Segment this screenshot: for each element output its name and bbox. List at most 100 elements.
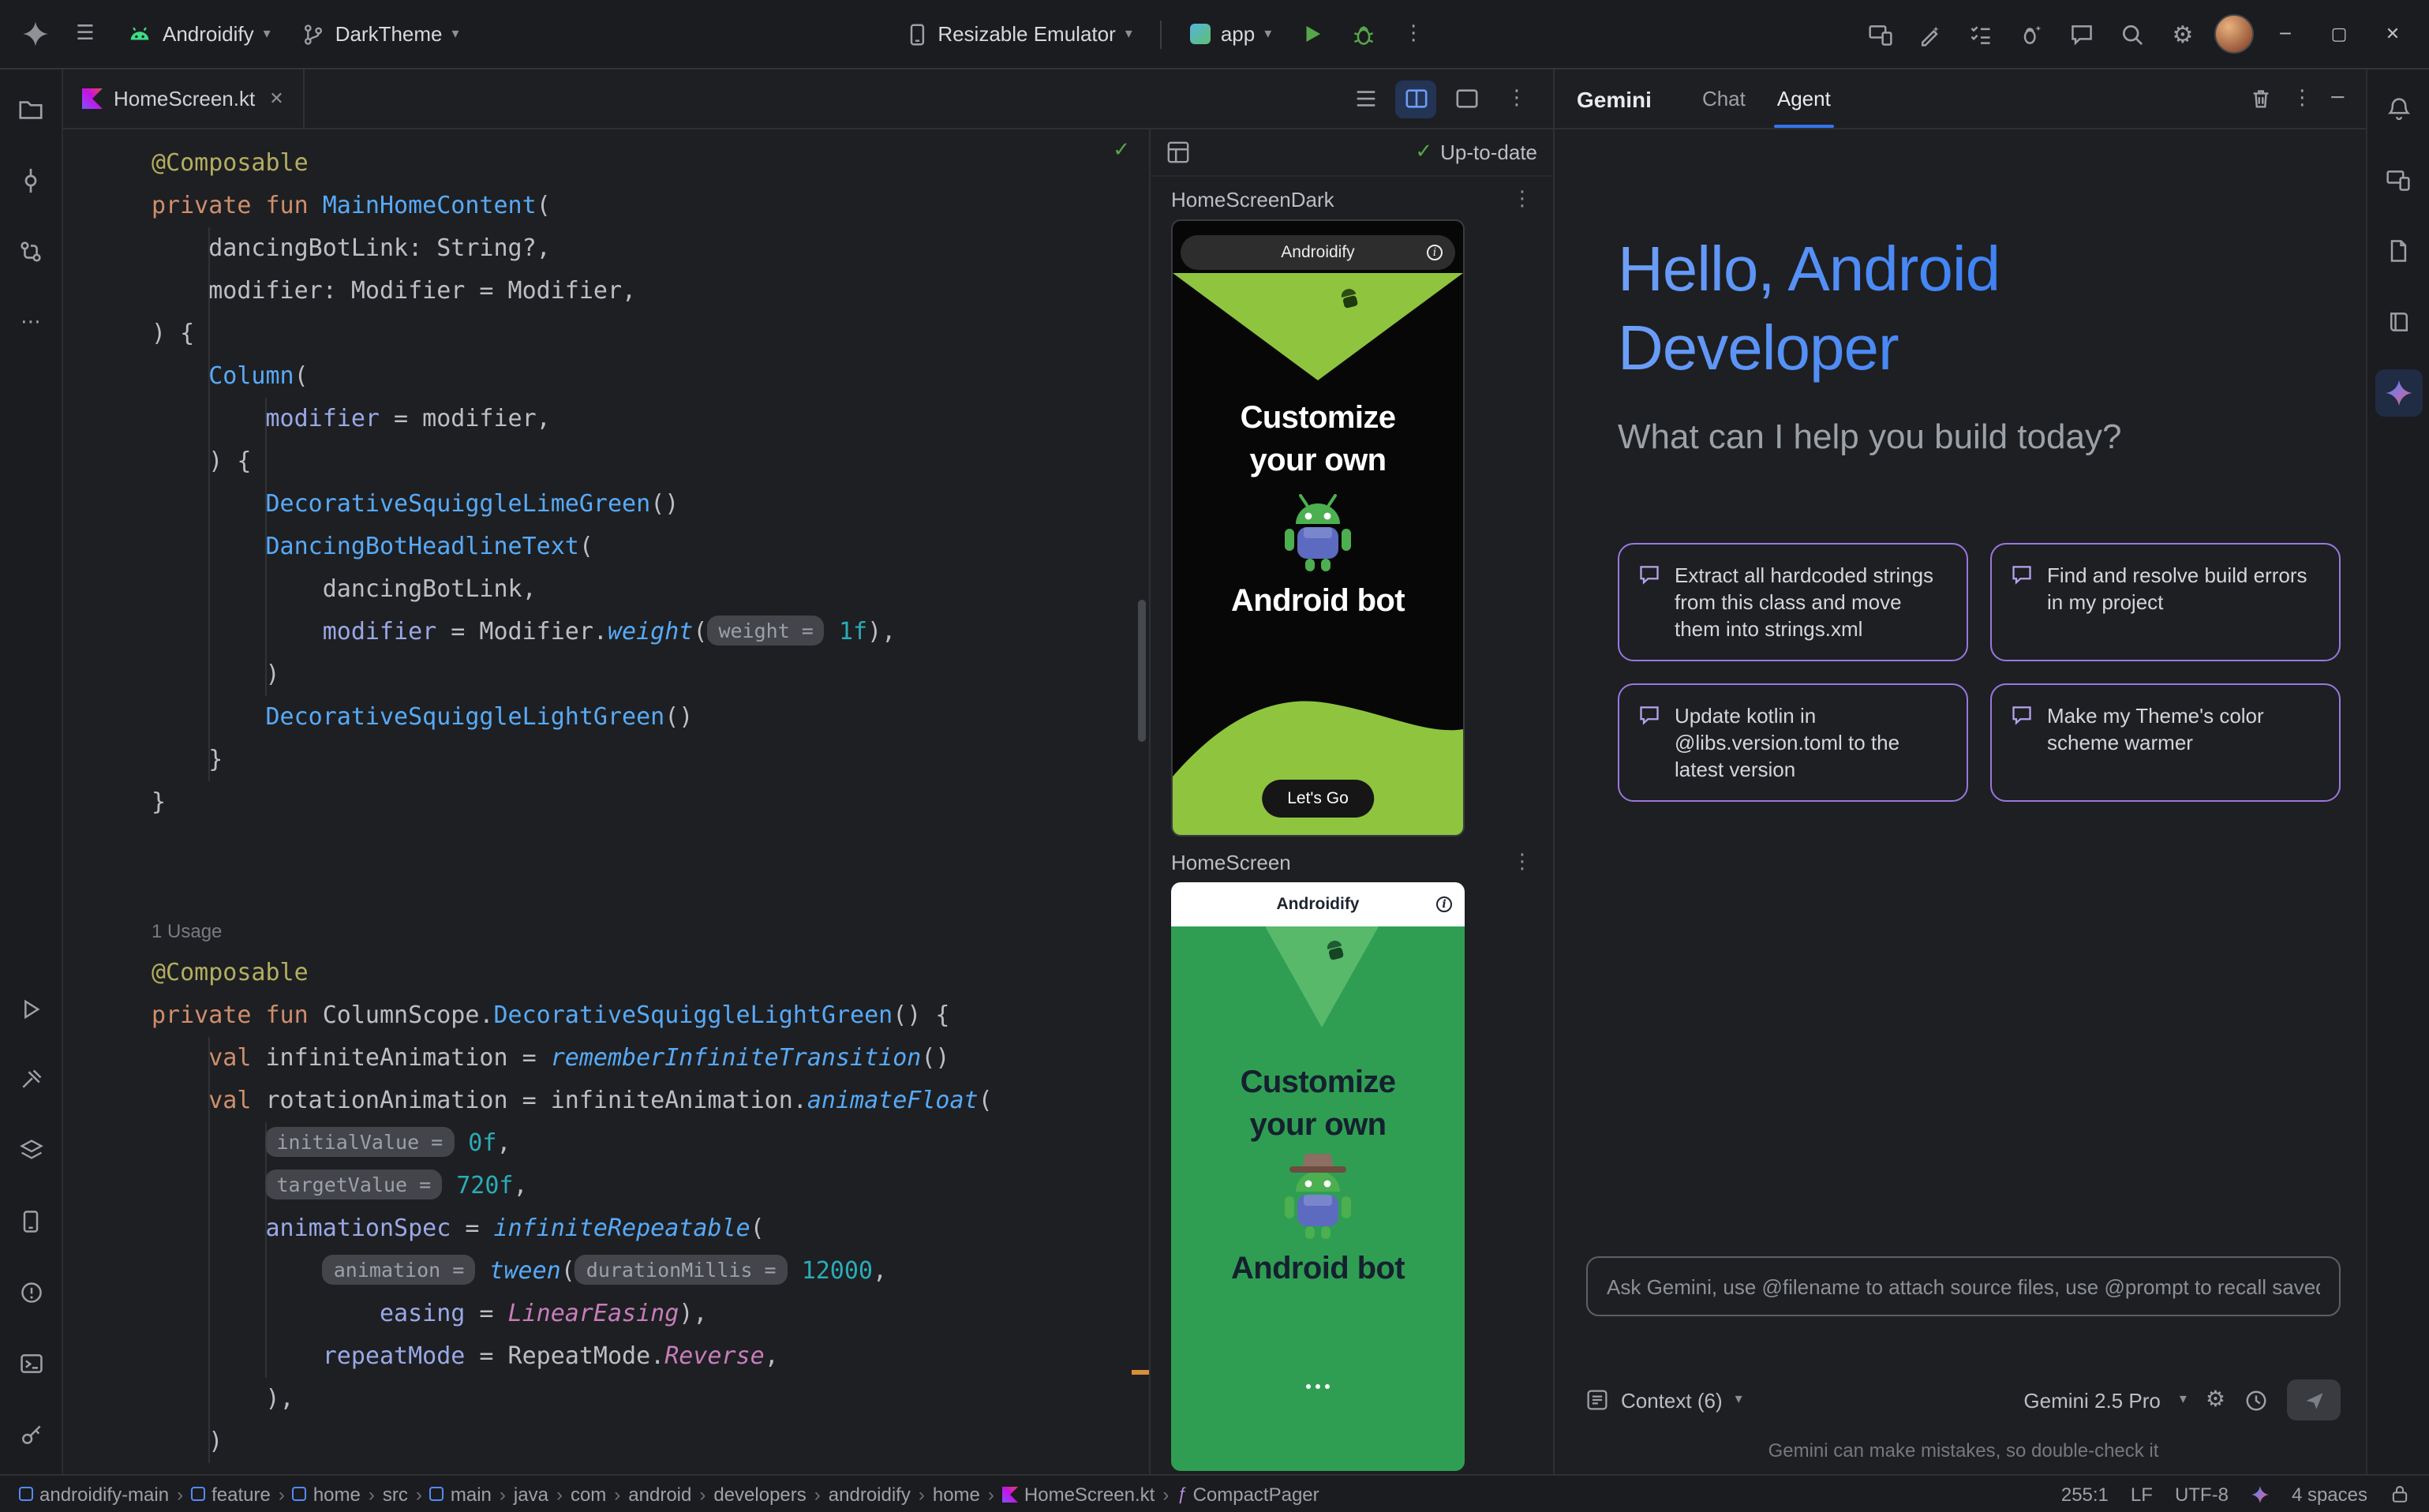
ai-pencil-icon bbox=[1918, 21, 1943, 47]
model-selector[interactable]: Gemini 2.5 Pro bbox=[2023, 1388, 2160, 1412]
breadcrumb-item[interactable]: feature bbox=[191, 1483, 271, 1505]
design-view-button[interactable] bbox=[1446, 80, 1487, 118]
editor-tab-homescreen[interactable]: HomeScreen.kt ✕ bbox=[63, 69, 305, 128]
device-streaming-button[interactable] bbox=[1858, 12, 1902, 56]
suggestion-extract-strings[interactable]: Extract all hardcoded strings from this … bbox=[1618, 543, 1968, 661]
breadcrumb-item[interactable]: src bbox=[383, 1483, 408, 1505]
breadcrumb-item[interactable]: ƒCompactPager bbox=[1177, 1483, 1319, 1505]
run-button[interactable] bbox=[1290, 12, 1334, 56]
code-view-icon bbox=[1353, 87, 1377, 110]
version-control-tool-button[interactable] bbox=[7, 1411, 54, 1458]
caret-position[interactable]: 255:1 bbox=[2061, 1483, 2109, 1505]
lock-icon[interactable] bbox=[2390, 1484, 2410, 1504]
breadcrumb-item[interactable]: HomeScreen.kt bbox=[1002, 1483, 1155, 1505]
search-everywhere-button[interactable] bbox=[2110, 12, 2154, 56]
line-ending[interactable]: LF bbox=[2131, 1483, 2153, 1505]
breadcrumb-separator: › bbox=[614, 1483, 620, 1505]
run-tool-button[interactable] bbox=[7, 985, 54, 1032]
inspection-status-icon[interactable]: ✓ bbox=[1113, 139, 1130, 163]
window-close-button[interactable]: ✕ bbox=[2369, 12, 2416, 56]
hide-panel-icon[interactable]: ─ bbox=[2331, 87, 2344, 110]
split-view-button[interactable] bbox=[1395, 80, 1436, 118]
project-selector[interactable]: Androidify ▾ bbox=[114, 12, 283, 56]
gemini-prompt-input[interactable] bbox=[1586, 1256, 2341, 1316]
build-tool-button[interactable] bbox=[7, 1056, 54, 1103]
services-tool-button[interactable] bbox=[7, 1127, 54, 1174]
chevron-down-icon: ▾ bbox=[2180, 1392, 2187, 1408]
preview-homescreendark[interactable]: Androidify i Customize your own bbox=[1171, 219, 1465, 836]
main-menu-icon[interactable]: ☰ bbox=[63, 12, 107, 56]
project-tool-button[interactable] bbox=[7, 85, 54, 133]
ai-chat-button[interactable] bbox=[2060, 12, 2104, 56]
context-selector[interactable]: Context (6) bbox=[1621, 1388, 1723, 1412]
history-icon[interactable] bbox=[2244, 1388, 2268, 1412]
breadcrumb-item[interactable]: home bbox=[933, 1483, 980, 1505]
preview-options-icon[interactable]: ⋮ bbox=[1512, 851, 1533, 874]
window-minimize-button[interactable]: ─ bbox=[2262, 12, 2309, 56]
breadcrumb-item[interactable]: androidify-main bbox=[19, 1483, 169, 1505]
module-icon bbox=[19, 1487, 33, 1501]
code-area[interactable]: @Composableprivate fun MainHomeContent( … bbox=[63, 129, 1149, 1463]
phone-headline-2: Android bot bbox=[1173, 581, 1463, 623]
suggestion-update-kotlin[interactable]: Update kotlin in @libs.version.toml to t… bbox=[1618, 683, 1968, 802]
device-explorer-button[interactable] bbox=[2375, 227, 2422, 275]
editor-options-button[interactable]: ⋮ bbox=[1496, 80, 1537, 118]
breadcrumb-item[interactable]: developers bbox=[713, 1483, 806, 1505]
code-line: ) bbox=[152, 1420, 1149, 1463]
breadcrumb-item[interactable]: com bbox=[571, 1483, 606, 1505]
commit-tool-button[interactable] bbox=[7, 156, 54, 204]
tasks-button[interactable] bbox=[1959, 12, 2003, 56]
code-line: animationSpec = infiniteRepeatable( bbox=[152, 1207, 1149, 1250]
book-icon bbox=[2386, 309, 2411, 335]
pull-requests-tool-button[interactable] bbox=[7, 227, 54, 275]
more-tool-windows-button[interactable]: ⋯ bbox=[7, 298, 54, 346]
problems-tool-button[interactable] bbox=[7, 1269, 54, 1316]
code-view-button[interactable] bbox=[1345, 80, 1386, 118]
device-selector[interactable]: Resizable Emulator ▾ bbox=[893, 12, 1145, 56]
breadcrumb-item[interactable]: java bbox=[514, 1483, 548, 1505]
phone-headline: Customize your own bbox=[1171, 1062, 1465, 1147]
file-encoding[interactable]: UTF-8 bbox=[2175, 1483, 2229, 1505]
indent-setting[interactable]: 4 spaces bbox=[2292, 1483, 2367, 1505]
breadcrumb-item[interactable]: androidify bbox=[829, 1483, 911, 1505]
tab-close-icon[interactable]: ✕ bbox=[269, 88, 283, 109]
send-button[interactable] bbox=[2287, 1379, 2341, 1420]
run-more-actions-button[interactable]: ⋮ bbox=[1391, 12, 1435, 56]
code-editor[interactable]: @Composableprivate fun MainHomeContent( … bbox=[63, 129, 1149, 1474]
debug-button[interactable] bbox=[1341, 12, 1385, 56]
gemini-settings-icon[interactable]: ⚙ bbox=[2206, 1387, 2225, 1413]
settings-button[interactable]: ⚙ bbox=[2161, 12, 2205, 56]
running-devices-tool-button[interactable] bbox=[7, 1198, 54, 1245]
suggestion-fix-build-errors[interactable]: Find and resolve build errors in my proj… bbox=[1990, 543, 2341, 661]
code-line: modifier: Modifier = Modifier, bbox=[152, 270, 1149, 313]
running-devices-button[interactable] bbox=[2375, 156, 2422, 204]
ai-transform-button[interactable] bbox=[1908, 12, 1952, 56]
run-configuration-selector[interactable]: app ▾ bbox=[1178, 12, 1284, 56]
ai-insights-button[interactable] bbox=[2009, 12, 2053, 56]
notifications-button[interactable] bbox=[2375, 85, 2422, 133]
gemini-options-icon[interactable]: ⋮ bbox=[2292, 87, 2312, 110]
tab-chat[interactable]: Chat bbox=[1686, 69, 1761, 128]
gemini-tool-button[interactable] bbox=[2375, 369, 2422, 417]
preview-options-icon[interactable]: ⋮ bbox=[1512, 188, 1533, 211]
vcs-branch-selector[interactable]: DarkTheme ▾ bbox=[290, 12, 472, 56]
trash-icon[interactable] bbox=[2249, 87, 2273, 110]
window-maximize-button[interactable]: ▢ bbox=[2315, 12, 2363, 56]
terminal-tool-button[interactable] bbox=[7, 1340, 54, 1387]
breadcrumb-item[interactable]: main bbox=[430, 1483, 492, 1505]
ai-status-icon[interactable] bbox=[2251, 1484, 2270, 1503]
lets-go-button[interactable]: Let's Go bbox=[1262, 780, 1374, 818]
preview-homescreen[interactable]: Androidify i Customize your own bbox=[1171, 882, 1465, 1471]
suggestion-warm-theme[interactable]: Make my Theme's color scheme warmer bbox=[1990, 683, 2341, 802]
breadcrumb-separator: › bbox=[416, 1483, 422, 1505]
build-variants-button[interactable] bbox=[2375, 298, 2422, 346]
preview-layout-icon[interactable] bbox=[1166, 140, 1190, 164]
tab-agent[interactable]: Agent bbox=[1761, 69, 1847, 128]
breadcrumb-item[interactable]: android bbox=[628, 1483, 691, 1505]
user-avatar[interactable] bbox=[2211, 12, 2255, 56]
editor-scrollbar[interactable] bbox=[1138, 600, 1146, 742]
code-line: DecorativeSquiggleLightGreen() bbox=[152, 696, 1149, 739]
gemini-title: Gemini bbox=[1577, 86, 1652, 111]
status-bar: androidify-main›feature›home›src›main›ja… bbox=[0, 1474, 2429, 1512]
breadcrumb-item[interactable]: home bbox=[293, 1483, 361, 1505]
